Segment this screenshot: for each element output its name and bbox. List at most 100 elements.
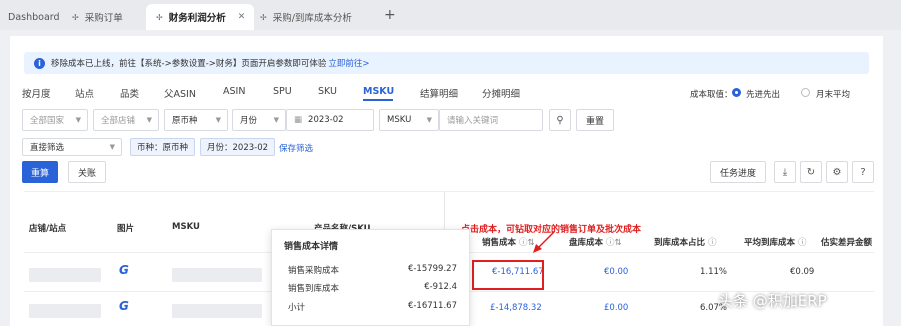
close-icon[interactable]: ✕ [238, 12, 246, 22]
tab-settlement[interactable]: 结算明细 [420, 86, 458, 100]
col-arrival-ratio-label: 到库成本占比 [654, 238, 706, 248]
settings-icon[interactable]: ⚙ [826, 161, 848, 183]
popup-row-value: €-16711.67 [407, 301, 457, 311]
active-tab-indicator [363, 99, 393, 101]
popup-row-label: 销售采购成本 [288, 266, 340, 276]
filter-icon[interactable]: ⚲ [549, 109, 571, 131]
tab-bar: Dashboard ✢ 采购订单 ✢ 财务利润分析 ✕ ✢ 采购/到库成本分析 … [0, 0, 901, 30]
keyword-placeholder: 请输入关键词 [447, 116, 499, 126]
col-avg-arrival-label: 平均到库成本 [744, 238, 796, 248]
tab-purchase-order[interactable]: ✢ 采购订单 [72, 4, 123, 30]
stock-cost-value[interactable]: €0.00 [604, 267, 628, 277]
msku-placeholder [172, 268, 262, 282]
help-icon[interactable]: ? [852, 161, 874, 183]
pin-icon: ✢ [156, 12, 163, 22]
period-type-select[interactable]: 月份 ▼ [232, 109, 286, 131]
tab-asin[interactable]: ASIN [223, 86, 245, 97]
notice-link[interactable]: 立即前往> [328, 57, 369, 69]
tab-by-month[interactable]: 按月度 [22, 86, 51, 100]
keyword-type-value: MSKU [387, 115, 412, 125]
col-arrival-ratio: 到库成本占比 ⓘ [654, 236, 717, 248]
chevron-down-icon: ▼ [215, 116, 221, 124]
recalc-button[interactable]: 重算 [22, 161, 58, 183]
refresh-icon[interactable]: ↻ [800, 161, 822, 183]
cost-setting-label: 成本取值： [690, 90, 733, 100]
annotation-arrow [533, 231, 555, 253]
tab-site[interactable]: 站点 [75, 86, 94, 100]
pin-icon: ✢ [260, 12, 267, 22]
col-stock-cost: 盘库成本 ⓘ⇅ [569, 236, 622, 248]
download-icon[interactable]: ⤓ [774, 161, 796, 183]
reset-button[interactable]: 重置 [576, 109, 614, 131]
popup-row-label: 小计 [288, 303, 306, 313]
tab-dashboard[interactable]: Dashboard [8, 4, 60, 30]
currency-chip[interactable]: 币种：原币种 [130, 138, 196, 156]
tab-spu[interactable]: SPU [273, 86, 292, 97]
col-store-site: 店铺/站点 [29, 224, 67, 234]
chevron-down-icon: ▼ [273, 116, 279, 124]
tab-allocation[interactable]: 分摊明细 [482, 86, 520, 100]
store-select[interactable]: 全部店铺 ▼ [93, 109, 159, 131]
month-picker-value: 2023-02 [308, 115, 344, 125]
chevron-down-icon: ▼ [75, 116, 81, 124]
radio-monthly-avg[interactable] [801, 88, 810, 97]
tab-sku[interactable]: SKU [318, 86, 337, 97]
currency-select[interactable]: 原币种 ▼ [164, 109, 228, 131]
direct-filter-value: 直接筛选 [30, 143, 65, 153]
country-select-value: 全部国家 [30, 116, 65, 126]
col-sales-cost: 销售成本 ⓘ⇅ [482, 236, 535, 248]
sales-cost-value[interactable]: £-14,878.32 [490, 303, 542, 313]
tab-category[interactable]: 品类 [120, 86, 139, 100]
stock-cost-value[interactable]: £0.00 [604, 303, 628, 313]
radio-fifo-label: 先进先出 [746, 90, 781, 100]
period-type-value: 月份 [240, 116, 258, 126]
close-books-button[interactable]: 关账 [68, 161, 106, 183]
avg-arrival-value: €0.09 [790, 267, 815, 277]
notice-text: 移除成本已上线，前往【系统->参数设置->财务】页面开启参数即可体验 [51, 59, 327, 69]
tab-msku[interactable]: MSKU [363, 86, 394, 97]
tab-finance-profit[interactable]: ✢ 财务利润分析 ✕ [146, 4, 254, 30]
month-chip[interactable]: 月份：2023-02 [200, 138, 276, 156]
keyword-type-select[interactable]: MSKU ▼ [379, 109, 439, 131]
chevron-down-icon: ▼ [426, 116, 432, 124]
msku-placeholder [172, 304, 262, 318]
tab-purchase-cost-analysis[interactable]: ✢ 采购/到库成本分析 [260, 4, 352, 30]
google-icon: G [119, 263, 129, 277]
info-icon: i [34, 57, 45, 69]
month-picker[interactable]: ▦ 2023-02 [286, 109, 374, 131]
popup-row-value: €-912.4 [424, 282, 457, 292]
col-stock-cost-label: 盘库成本 [569, 238, 604, 248]
notice-banner: i 移除成本已上线，前往【系统->参数设置->财务】页面开启参数即可体验 立即前… [24, 52, 869, 74]
radio-fifo[interactable] [732, 88, 741, 97]
google-icon: G [119, 299, 129, 313]
question-icon: ⓘ⇅ [605, 238, 622, 248]
task-progress-button[interactable]: 任务进度 [710, 161, 766, 183]
chevron-down-icon: ▼ [109, 143, 115, 151]
store-placeholder [29, 304, 101, 318]
col-avg-arrival: 平均到库成本 ⓘ [744, 236, 807, 248]
tab-label: 财务利润分析 [168, 13, 226, 24]
keyword-input[interactable]: 请输入关键词 [439, 109, 543, 131]
radio-monthly-avg-label: 月末平均 [816, 90, 851, 100]
chevron-down-icon: ▼ [146, 116, 152, 124]
store-select-value: 全部店铺 [101, 116, 136, 126]
col-estimate-diff: 估实差异金额 [821, 238, 873, 248]
watermark: 头条 @积加ERP [718, 292, 827, 310]
tab-label: Dashboard [8, 11, 60, 23]
direct-filter-select[interactable]: 直接筛选 ▼ [22, 138, 122, 156]
save-filter-link[interactable]: 保存筛选 [279, 142, 313, 154]
store-placeholder [29, 268, 101, 282]
calendar-icon: ▦ [294, 115, 303, 125]
country-select[interactable]: 全部国家 ▼ [22, 109, 88, 131]
question-icon: ⓘ [707, 238, 717, 248]
col-msku: MSKU [172, 222, 200, 232]
add-tab-icon[interactable]: + [384, 7, 396, 23]
tab-parent-asin[interactable]: 父ASIN [164, 86, 196, 100]
tab-label: 采购/到库成本分析 [272, 13, 352, 24]
popup-row-value: €-15799.27 [407, 264, 457, 274]
highlight-box [472, 260, 544, 290]
question-icon: ⓘ [797, 238, 807, 248]
popup-title: 销售成本详情 [284, 242, 339, 252]
col-image: 图片 [117, 224, 135, 234]
sales-cost-detail-popup: 销售成本详情 销售采购成本 €-15799.27 销售到库成本 €-912.4 … [271, 229, 470, 326]
